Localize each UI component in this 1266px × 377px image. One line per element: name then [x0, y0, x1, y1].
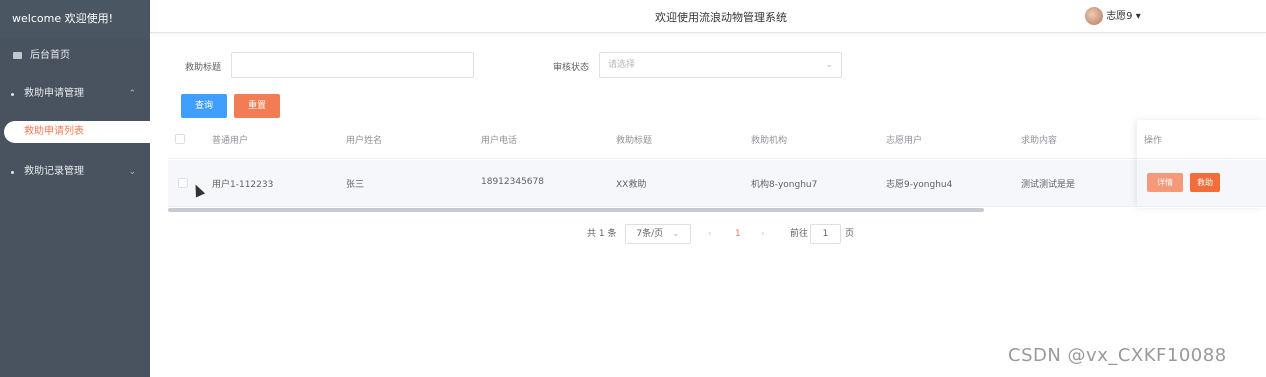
goto-label: 前往 — [790, 229, 809, 239]
sidebar-item-label: 救助记录管理 — [24, 166, 84, 177]
column-header: 用户电话 — [481, 136, 518, 146]
status-filter-placeholder: 请选择 — [608, 60, 636, 70]
prev-page-icon[interactable]: ‹ — [708, 224, 712, 244]
column-header: 求助内容 — [1021, 136, 1058, 146]
chevron-up-icon: ⌃ — [128, 89, 136, 99]
next-page-icon[interactable]: › — [761, 224, 765, 244]
user-menu[interactable]: 志愿9 ▾ — [1085, 7, 1141, 27]
table-cell: 用户1-112233 — [212, 180, 274, 190]
table-header: 普通用户 用户姓名 用户电话 救助标题 救助机构 志愿用户 求助内容 — [168, 120, 1266, 158]
sidebar-item-label: 后台首页 — [30, 50, 70, 61]
table-cell: 18912345678 — [481, 177, 544, 187]
avatar — [1085, 7, 1103, 25]
table-cell: 机构8-yonghu7 — [751, 180, 818, 190]
bullet-icon — [11, 171, 14, 174]
top-bar: 欢迎使用流浪动物管理系统 志愿9 ▾ — [150, 0, 1266, 33]
page-size-value: 7条/页 — [636, 229, 664, 239]
page-size-select[interactable]: 7条/页 ⌄ — [625, 224, 691, 244]
title-filter-input[interactable] — [231, 52, 474, 78]
actions-cell: 详情 救助 — [1137, 160, 1266, 206]
chevron-down-icon: ⌄ — [672, 229, 680, 239]
goto-page-input[interactable]: 1 — [810, 224, 841, 244]
detail-button[interactable]: 详情 — [1147, 173, 1183, 192]
table-row: 用户1-112233 张三 18912345678 XX救助 机构8-yongh… — [168, 160, 1266, 206]
chevron-down-icon: ⌄ — [128, 167, 136, 177]
monitor-icon — [13, 52, 22, 59]
rescue-button[interactable]: 救助 — [1190, 173, 1220, 192]
column-header: 救助机构 — [751, 136, 788, 146]
column-header: 志愿用户 — [886, 136, 923, 146]
brand-text: welcome 欢迎使用! — [0, 0, 150, 38]
column-header: 用户姓名 — [346, 136, 383, 146]
actions-column: 操作 详情 救助 — [1137, 120, 1266, 208]
goto-suffix: 页 — [845, 229, 855, 239]
status-filter-select[interactable]: 请选择 ⌄ — [599, 52, 842, 78]
row-checkbox[interactable] — [178, 178, 188, 188]
bullet-icon — [11, 93, 14, 96]
divider — [168, 158, 1266, 159]
table-cell: 测试测试是是 — [1021, 180, 1076, 190]
user-name: 志愿9 — [1106, 11, 1133, 22]
page-title: 欢迎使用流浪动物管理系统 — [655, 11, 787, 24]
sidebar-item-rescue-application-list[interactable]: 救助申请列表 — [4, 121, 150, 143]
caret-down-icon: ▾ — [1135, 11, 1141, 22]
column-header: 操作 — [1144, 136, 1163, 146]
status-filter-label: 审核状态 — [553, 63, 590, 73]
horizontal-scrollbar[interactable] — [168, 208, 984, 212]
sidebar-item-rescue-application[interactable]: 救助申请管理 ⌃ — [0, 80, 150, 108]
current-page[interactable]: 1 — [735, 224, 741, 244]
sidebar: welcome 欢迎使用! 后台首页 救助申请管理 ⌃ 救助申请列表 救助记录管… — [0, 0, 150, 377]
sidebar-item-rescue-record[interactable]: 救助记录管理 ⌄ — [0, 158, 150, 186]
table-cell: 张三 — [346, 180, 365, 190]
table-cell: 志愿9-yonghu4 — [886, 180, 953, 190]
sidebar-item-label: 救助申请管理 — [24, 88, 84, 99]
watermark: CSDN @vx_CXKF10088 — [1008, 345, 1227, 366]
pagination-total: 共 1 条 — [587, 229, 617, 239]
chevron-down-icon: ⌄ — [825, 60, 833, 70]
column-header: 普通用户 — [212, 136, 249, 146]
column-header: 救助标题 — [616, 136, 653, 146]
title-filter-label: 救助标题 — [185, 63, 222, 73]
reset-button[interactable]: 重置 — [234, 94, 280, 118]
divider — [1137, 158, 1266, 159]
query-button[interactable]: 查询 — [181, 94, 227, 118]
sidebar-item-home[interactable]: 后台首页 — [0, 42, 150, 70]
table-cell: XX救助 — [616, 180, 647, 190]
select-all-checkbox[interactable] — [175, 134, 185, 144]
divider — [168, 206, 1266, 207]
